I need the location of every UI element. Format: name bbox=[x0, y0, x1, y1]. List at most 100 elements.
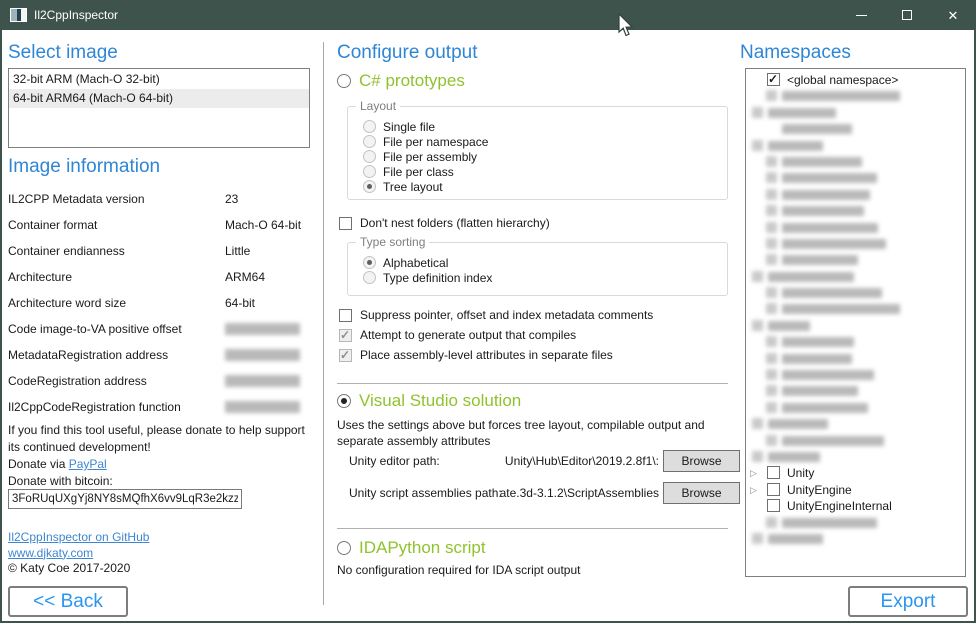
info-label: Architecture word size bbox=[8, 296, 126, 310]
namespace-item-redacted[interactable] bbox=[746, 515, 965, 531]
visual-studio-solution-radio[interactable]: Visual Studio solution bbox=[337, 391, 521, 411]
close-icon: ✕ bbox=[948, 9, 959, 22]
flatten-hierarchy-checkbox[interactable]: Don't nest folders (flatten hierarchy) bbox=[339, 216, 550, 230]
namespaces-list[interactable]: ✓ <global namespace> ▷Unity▷UnityEngineUni… bbox=[745, 68, 966, 577]
radio-icon bbox=[363, 120, 376, 133]
info-row: Container endiannessLittle bbox=[8, 240, 310, 266]
info-label: Container endianness bbox=[8, 244, 125, 258]
namespace-item[interactable]: ▷Unity bbox=[746, 465, 965, 481]
namespace-item-redacted[interactable] bbox=[746, 269, 965, 285]
namespace-item-redacted[interactable] bbox=[746, 203, 965, 219]
checkbox-label: Suppress pointer, offset and index metad… bbox=[360, 308, 653, 322]
namespace-item-redacted[interactable] bbox=[746, 236, 965, 252]
redacted-namespace bbox=[782, 518, 877, 528]
namespace-item-redacted[interactable] bbox=[746, 301, 965, 317]
namespace-item-redacted[interactable] bbox=[746, 170, 965, 186]
namespace-item-redacted[interactable] bbox=[746, 367, 965, 383]
namespace-item-redacted[interactable] bbox=[746, 285, 965, 301]
checkbox-icon bbox=[339, 309, 352, 322]
back-button[interactable]: << Back bbox=[8, 586, 128, 617]
type-sorting-option-label: Alphabetical bbox=[383, 256, 448, 270]
radio-icon bbox=[363, 256, 376, 269]
type-sorting-option[interactable]: Type definition index bbox=[363, 270, 727, 285]
namespace-item-redacted[interactable] bbox=[746, 121, 965, 137]
namespace-item-redacted[interactable] bbox=[746, 449, 965, 465]
image-list-item[interactable]: 64-bit ARM64 (Mach-O 64-bit) bbox=[9, 89, 309, 108]
namespace-item-redacted[interactable] bbox=[746, 105, 965, 121]
redacted-namespace bbox=[768, 452, 820, 462]
layout-option[interactable]: File per assembly bbox=[363, 149, 727, 164]
redacted-checkbox bbox=[752, 418, 763, 429]
namespace-item-redacted[interactable] bbox=[746, 531, 965, 547]
namespace-item-redacted[interactable] bbox=[746, 252, 965, 268]
redacted-namespace bbox=[782, 91, 900, 101]
redacted-namespace bbox=[782, 223, 878, 233]
minimize-button[interactable] bbox=[838, 0, 884, 30]
window-title: Il2CppInspector bbox=[34, 8, 118, 22]
redacted-namespace bbox=[782, 173, 877, 183]
namespace-item[interactable]: ✓ <global namespace> bbox=[746, 72, 965, 88]
layout-option[interactable]: File per class bbox=[363, 164, 727, 179]
info-row: IL2CPP Metadata version23 bbox=[8, 188, 310, 214]
redacted-checkbox bbox=[766, 238, 777, 249]
image-list-item[interactable]: 32-bit ARM (Mach-O 32-bit) bbox=[9, 70, 309, 89]
checkbox-label: Attempt to generate output that compiles bbox=[360, 328, 576, 342]
redacted-namespace bbox=[782, 370, 874, 380]
expander-icon[interactable]: ▷ bbox=[750, 485, 757, 496]
close-button[interactable]: ✕ bbox=[930, 0, 976, 30]
namespace-checkbox[interactable] bbox=[767, 499, 780, 512]
namespace-item-redacted[interactable] bbox=[746, 383, 965, 399]
option-checkbox[interactable]: ✓Place assembly-level attributes in sepa… bbox=[339, 348, 613, 362]
option-checkbox[interactable]: Suppress pointer, offset and index metad… bbox=[339, 308, 653, 322]
namespace-item-redacted[interactable] bbox=[746, 334, 965, 350]
export-button[interactable]: Export bbox=[848, 586, 968, 617]
expander-icon[interactable]: ▷ bbox=[750, 468, 757, 479]
redacted-checkbox bbox=[752, 140, 763, 151]
option-checkbox[interactable]: ✓Attempt to generate output that compile… bbox=[339, 328, 576, 342]
redacted-checkbox bbox=[766, 172, 777, 183]
namespace-label: <global namespace> bbox=[787, 73, 898, 87]
namespace-checkbox[interactable] bbox=[767, 483, 780, 496]
namespace-item-redacted[interactable] bbox=[746, 318, 965, 334]
browse-editor-path-button[interactable]: Browse bbox=[663, 450, 740, 472]
namespace-checkbox[interactable] bbox=[767, 466, 780, 479]
layout-option[interactable]: Single file bbox=[363, 119, 727, 134]
namespace-item-redacted[interactable] bbox=[746, 88, 965, 104]
maximize-button[interactable] bbox=[884, 0, 930, 30]
namespace-item-redacted[interactable] bbox=[746, 416, 965, 432]
redacted-checkbox bbox=[752, 451, 763, 462]
namespace-item-redacted[interactable] bbox=[746, 220, 965, 236]
namespaces-heading: Namespaces bbox=[740, 42, 851, 64]
browse-assemblies-path-button[interactable]: Browse bbox=[663, 482, 740, 504]
github-link[interactable]: Il2CppInspector on GitHub bbox=[8, 530, 149, 544]
namespace-item[interactable]: ▷UnityEngine bbox=[746, 482, 965, 498]
namespace-item-redacted[interactable] bbox=[746, 433, 965, 449]
bitcoin-address-input[interactable] bbox=[8, 489, 242, 509]
layout-option[interactable]: Tree layout bbox=[363, 179, 727, 194]
image-listbox[interactable]: 32-bit ARM (Mach-O 32-bit)64-bit ARM64 (… bbox=[8, 68, 310, 148]
redacted-checkbox bbox=[752, 271, 763, 282]
namespace-item-redacted[interactable] bbox=[746, 400, 965, 416]
namespace-checkbox[interactable]: ✓ bbox=[767, 73, 780, 86]
website-link[interactable]: www.djkaty.com bbox=[8, 546, 93, 560]
type-sorting-option[interactable]: Alphabetical bbox=[363, 255, 727, 270]
csharp-prototypes-radio[interactable]: C# prototypes bbox=[337, 71, 465, 91]
namespace-item-redacted[interactable] bbox=[746, 138, 965, 154]
titlebar: Il2CppInspector ✕ bbox=[0, 0, 976, 30]
redacted-checkbox bbox=[752, 533, 763, 544]
namespace-item-redacted[interactable] bbox=[746, 154, 965, 170]
layout-option[interactable]: File per namespace bbox=[363, 134, 727, 149]
minimize-icon bbox=[856, 15, 867, 16]
layout-option-label: File per class bbox=[383, 165, 454, 179]
unity-editor-path-value: :\Unity\Hub\Editor\2019.2.8f1 bbox=[499, 454, 659, 468]
redacted-namespace bbox=[768, 321, 810, 331]
namespace-item-redacted[interactable] bbox=[746, 187, 965, 203]
donate-block: If you find this tool useful, please don… bbox=[8, 422, 310, 490]
namespace-item-redacted[interactable] bbox=[746, 351, 965, 367]
idapython-script-radio[interactable]: IDAPython script bbox=[337, 538, 486, 558]
paypal-link[interactable]: PayPal bbox=[69, 457, 107, 471]
namespace-item[interactable]: UnityEngineInternal bbox=[746, 498, 965, 514]
section-divider bbox=[337, 528, 728, 529]
redacted-namespace bbox=[782, 354, 852, 364]
redacted-checkbox bbox=[766, 435, 777, 446]
